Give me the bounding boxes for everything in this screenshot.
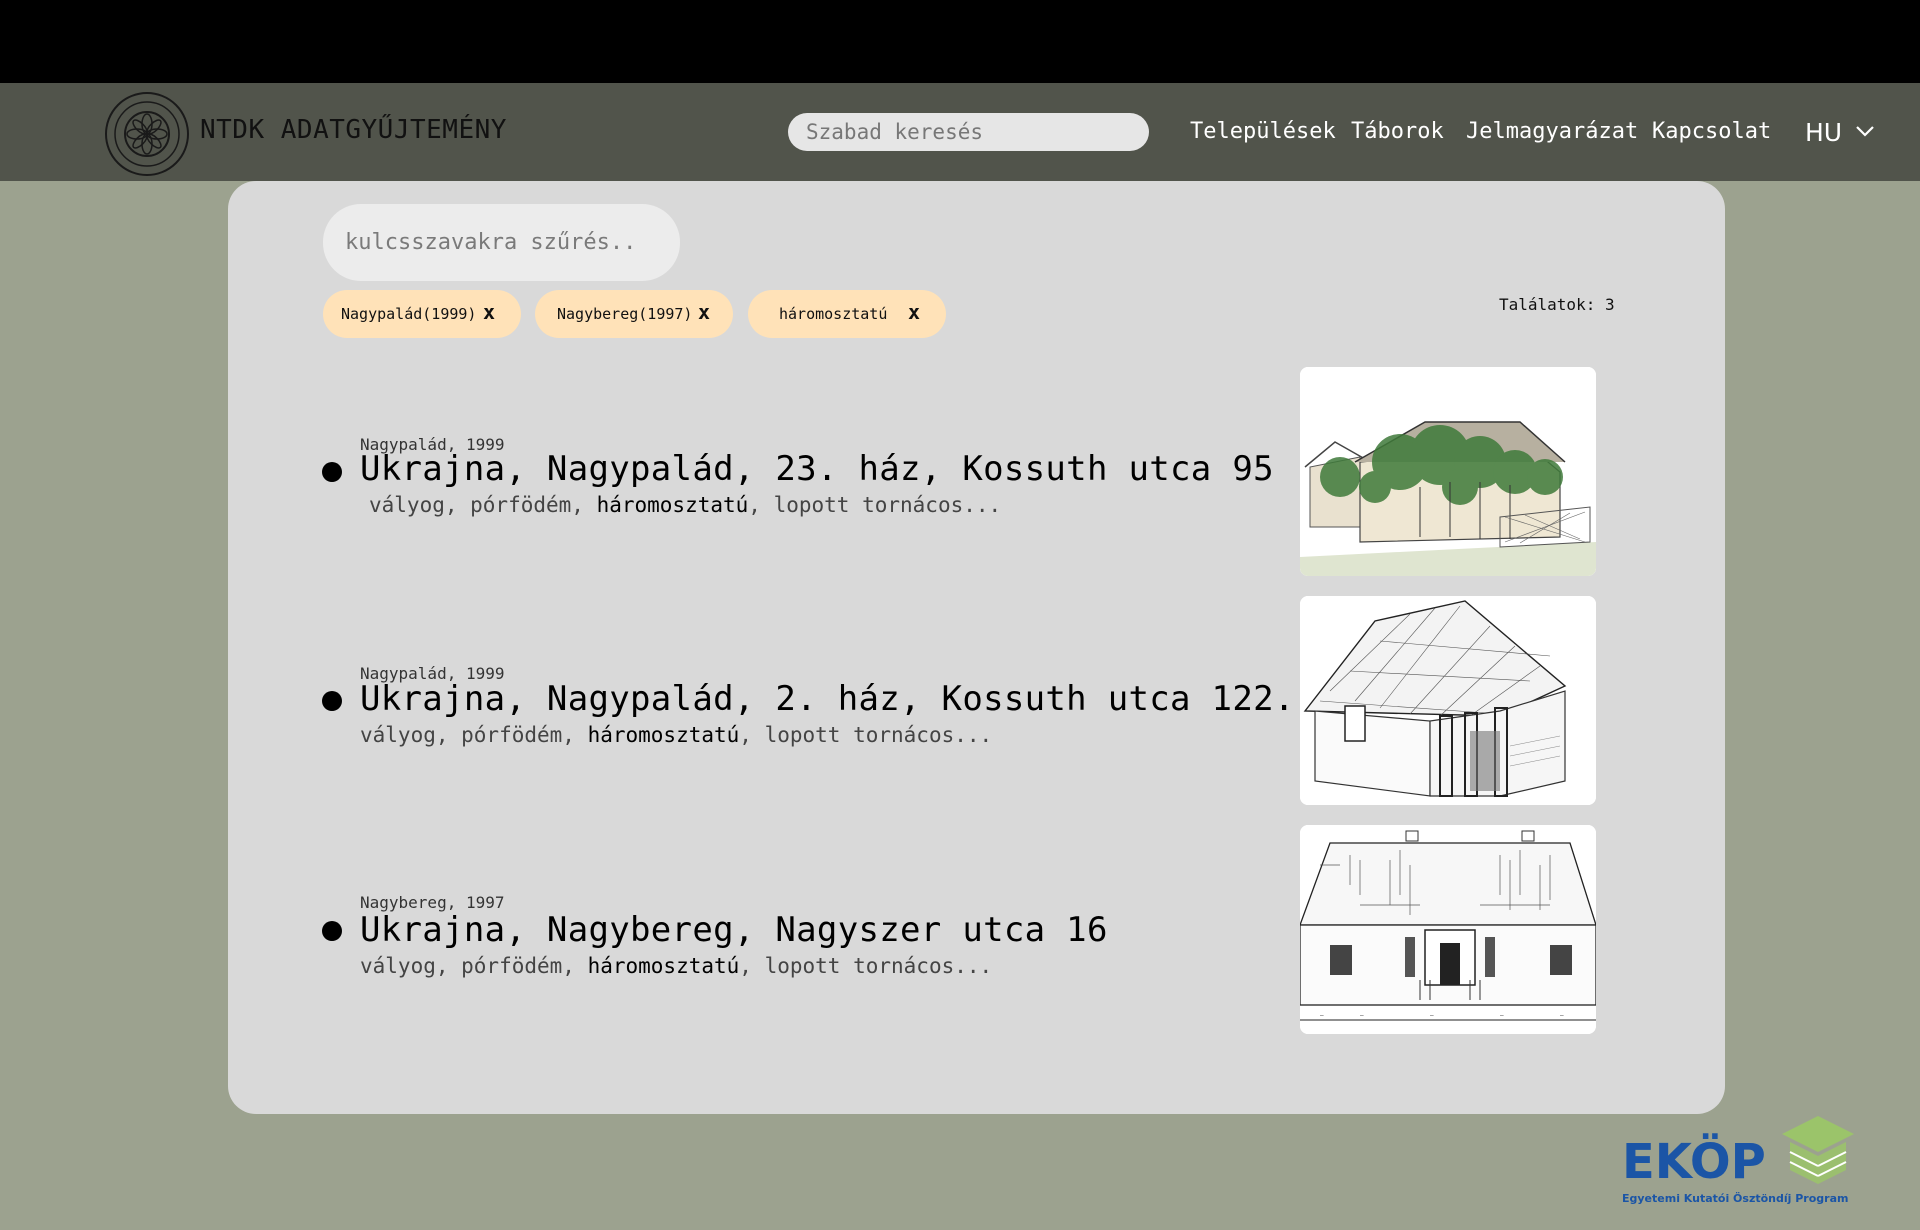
nav-link-legend[interactable]: Jelmagyarázat: [1466, 119, 1638, 144]
ntdk-seal-logo[interactable]: [104, 91, 190, 177]
filter-chip: háromosztatú x: [748, 290, 946, 338]
tag-text: , lopott tornácos...: [739, 954, 993, 978]
bullet-icon: [322, 921, 342, 941]
ekop-logo-mark: EKÖP: [1622, 1133, 1766, 1190]
tag-text: vályog, pórfödém,: [360, 954, 588, 978]
nav-link-camps[interactable]: Táborok: [1351, 119, 1444, 144]
ekop-logo-subtitle: Egyetemi Kutatói Ösztöndíj Program: [1622, 1191, 1848, 1205]
chip-label: háromosztatú: [779, 305, 888, 323]
tag-text: , lopott tornácos...: [739, 723, 993, 747]
tag-text: vályog, pórfödém,: [360, 723, 588, 747]
tag-highlight: háromosztatú: [596, 493, 749, 517]
keyword-filter-input[interactable]: [323, 204, 680, 281]
svg-text:—: —: [1360, 1012, 1364, 1019]
results-count-value: 3: [1604, 295, 1615, 314]
result-tags: vályog, pórfödém, háromosztatú, lopott t…: [360, 723, 992, 747]
result-tags: vályog, pórfödém, háromosztatú, lopott t…: [369, 493, 1001, 517]
result-thumbnail[interactable]: [1300, 367, 1596, 576]
language-selector[interactable]: HU: [1805, 118, 1842, 147]
nav-link-settlements[interactable]: Települések: [1190, 119, 1336, 144]
svg-text:—: —: [1560, 1012, 1564, 1019]
global-search-input[interactable]: [788, 113, 1149, 151]
nav-link-contact[interactable]: Kapcsolat: [1652, 119, 1771, 144]
chip-remove-icon[interactable]: x: [698, 300, 710, 324]
result-thumbnail[interactable]: — — — — —: [1300, 825, 1596, 1034]
filter-chip: Nagybereg(1997) x: [535, 290, 733, 338]
filter-chip: Nagypalád(1999) x: [323, 290, 521, 338]
chip-label: Nagypalád(1999): [341, 305, 477, 323]
result-thumbnail[interactable]: [1300, 596, 1596, 805]
result-tags: vályog, pórfödém, háromosztatú, lopott t…: [360, 954, 992, 978]
chip-remove-icon[interactable]: x: [908, 300, 920, 324]
chip-remove-icon[interactable]: x: [483, 300, 495, 324]
result-title[interactable]: Ukrajna, Nagypalád, 2. ház, Kossuth utca…: [360, 679, 1295, 719]
ekop-logo[interactable]: EKÖP Egyetemi Kutatói Ösztöndíj Program: [1620, 1112, 1860, 1212]
chip-label: Nagybereg(1997): [557, 305, 693, 323]
results-count-label: Találatok:: [1499, 295, 1596, 314]
tag-text: , lopott tornácos...: [748, 493, 1002, 517]
svg-text:—: —: [1500, 1012, 1504, 1019]
tag-highlight: háromosztatú: [587, 954, 740, 978]
result-title[interactable]: Ukrajna, Nagypalád, 23. ház, Kossuth utc…: [360, 449, 1274, 489]
chevron-down-icon[interactable]: [1854, 123, 1876, 139]
brand-title[interactable]: NTDK ADATGYŰJTEMÉNY: [200, 115, 507, 145]
tag-highlight: háromosztatú: [587, 723, 740, 747]
bullet-icon: [322, 691, 342, 711]
svg-text:—: —: [1320, 1012, 1324, 1019]
bullet-icon: [322, 462, 342, 482]
result-title[interactable]: Ukrajna, Nagybereg, Nagyszer utca 16: [360, 910, 1108, 950]
results-count: Találatok: 3: [1499, 295, 1615, 314]
svg-text:—: —: [1430, 1012, 1434, 1019]
tag-text: vályog, pórfödém,: [369, 493, 597, 517]
top-black-bar: [0, 0, 1920, 83]
